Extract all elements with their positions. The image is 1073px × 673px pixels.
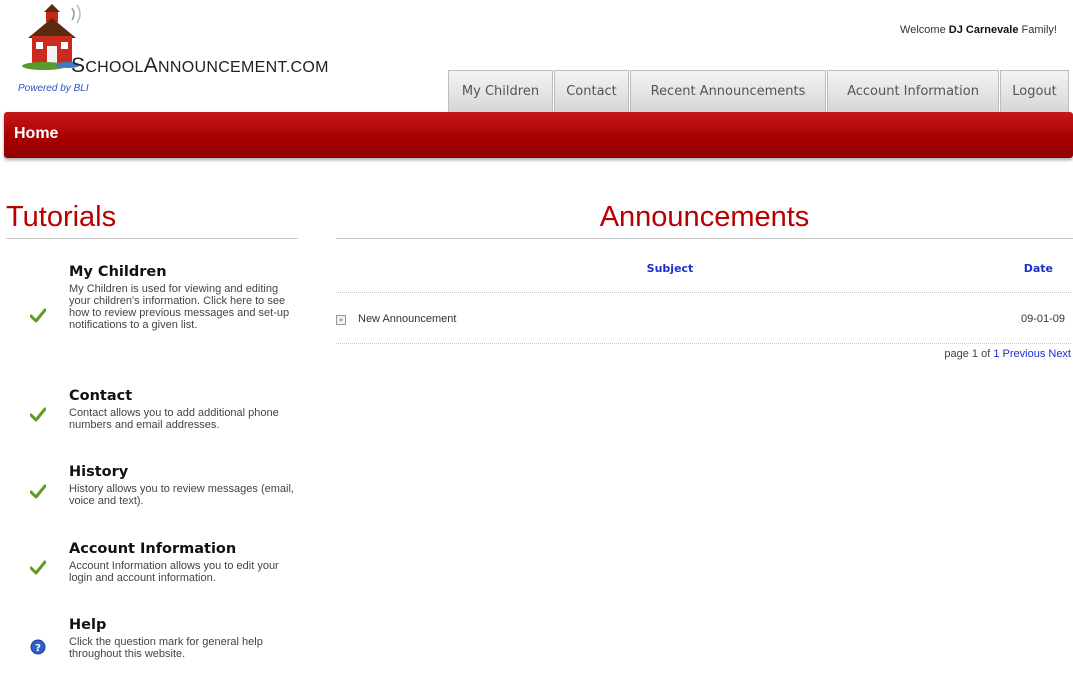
pager-prefix: page — [944, 348, 969, 360]
checkmark-icon — [30, 484, 46, 499]
logo-wordmark: SCHOOLANNOUNCEMENT.COM — [71, 54, 329, 77]
tutorials-heading: Tutorials — [6, 201, 117, 233]
announcements-divider — [336, 238, 1073, 239]
tutorial-description: Click the question mark for general help… — [69, 636, 263, 660]
main-nav: My Children Contact Recent Announcements… — [448, 70, 1070, 112]
page-title-bar: Home — [4, 112, 1073, 158]
pager-page-link[interactable]: 1 — [993, 348, 999, 360]
powered-by-text: Powered by BLI — [18, 83, 89, 94]
tutorial-description: Contact allows you to add additional pho… — [69, 407, 279, 431]
checkmark-icon — [30, 560, 46, 575]
announcement-date: 09-01-09 — [1020, 313, 1065, 325]
tutorial-description: History allows you to review messages (e… — [69, 483, 294, 507]
header-divider — [336, 292, 1071, 293]
svg-text:?: ? — [35, 643, 41, 654]
welcome-message: Welcome DJ Carnevale Family! — [900, 24, 1057, 36]
tab-recent-announcements[interactable]: Recent Announcements — [630, 70, 826, 112]
tutorial-title[interactable]: Account Information — [69, 541, 236, 557]
tutorial-title[interactable]: History — [69, 464, 128, 480]
column-header-date[interactable]: Date — [1024, 262, 1053, 275]
tab-my-children[interactable]: My Children — [448, 70, 553, 112]
pager-current: 1 — [971, 348, 979, 360]
pager-previous-link[interactable]: Previous — [1003, 348, 1046, 360]
tab-account-information[interactable]: Account Information — [827, 70, 999, 112]
announcements-heading: Announcements — [599, 201, 810, 233]
page-title: Home — [14, 125, 59, 142]
table-row[interactable]: » New Announcement 09-01-09 — [336, 306, 1071, 336]
tutorial-description: Account Information allows you to edit y… — [69, 560, 279, 584]
tutorials-divider — [6, 238, 298, 239]
tab-logout[interactable]: Logout — [1000, 70, 1069, 112]
tutorial-title[interactable]: Help — [69, 617, 106, 633]
checkmark-icon — [30, 308, 46, 323]
help-icon[interactable]: ? — [30, 639, 46, 655]
pager-of: of — [981, 348, 991, 360]
column-header-subject[interactable]: Subject — [610, 262, 730, 275]
row-divider — [336, 343, 1071, 344]
tutorial-title[interactable]: My Children — [69, 264, 167, 280]
announcement-subject[interactable]: New Announcement — [358, 313, 456, 325]
tab-contact[interactable]: Contact — [554, 70, 629, 112]
tutorial-description: My Children is used for viewing and edit… — [69, 283, 290, 331]
checkmark-icon — [30, 407, 46, 422]
pagination: page 1 of 1 Previous Next — [944, 348, 1071, 360]
site-logo[interactable]: SCHOOLANNOUNCEMENT.COM Powered by BLI — [8, 4, 328, 96]
expand-icon[interactable]: » — [336, 315, 346, 325]
pager-next-link[interactable]: Next — [1048, 348, 1071, 360]
tutorial-title[interactable]: Contact — [69, 388, 132, 404]
